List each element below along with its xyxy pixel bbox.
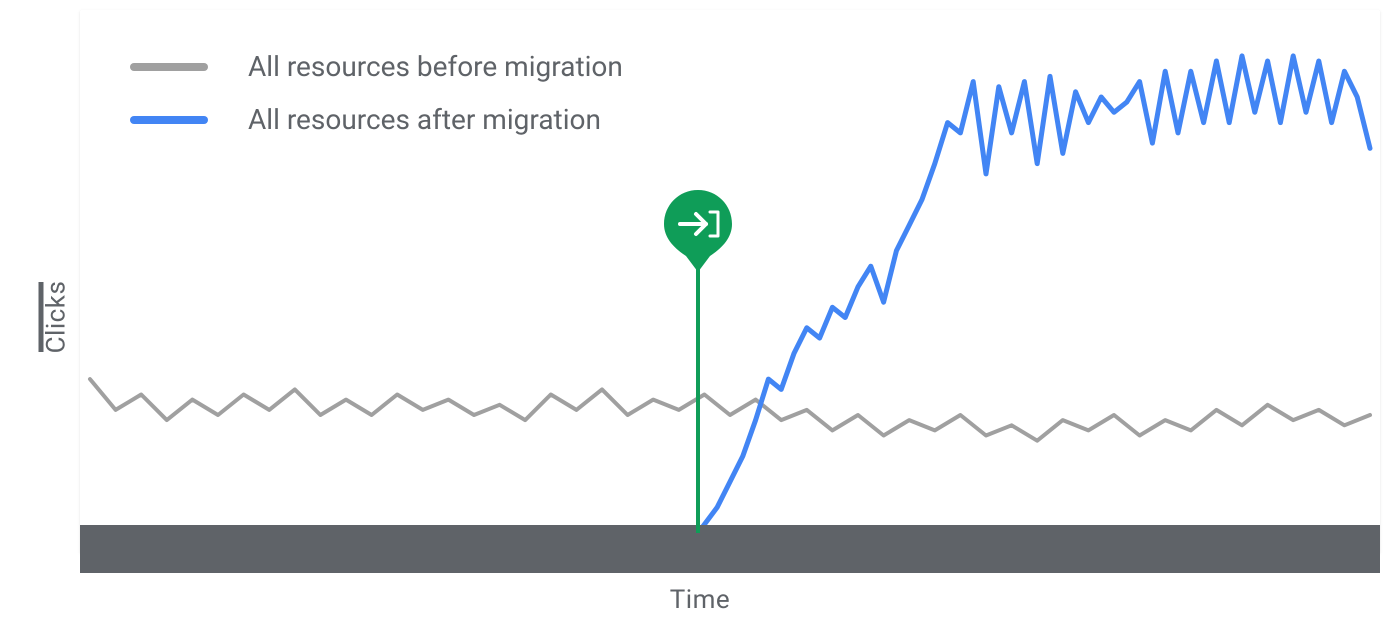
- chart-legend: All resources before migration All resou…: [130, 50, 623, 136]
- x-axis-label: Time: [670, 585, 730, 615]
- chart-card: All resources before migration All resou…: [80, 10, 1380, 553]
- line-series-before: [90, 379, 1370, 441]
- legend-swatch-after: [130, 116, 208, 124]
- legend-label-before: All resources before migration: [248, 50, 623, 83]
- migration-marker-pin: [664, 190, 732, 272]
- legend-item-after: All resources after migration: [130, 103, 623, 136]
- x-axis-strike: [80, 525, 1380, 573]
- y-axis-label-strike: [39, 282, 44, 352]
- chart-area: All resources before migration All resou…: [80, 10, 1380, 553]
- y-axis-label: Clicks: [41, 280, 71, 353]
- legend-label-after: All resources after migration: [248, 103, 601, 136]
- legend-swatch-before: [130, 63, 208, 71]
- legend-item-before: All resources before migration: [130, 50, 623, 83]
